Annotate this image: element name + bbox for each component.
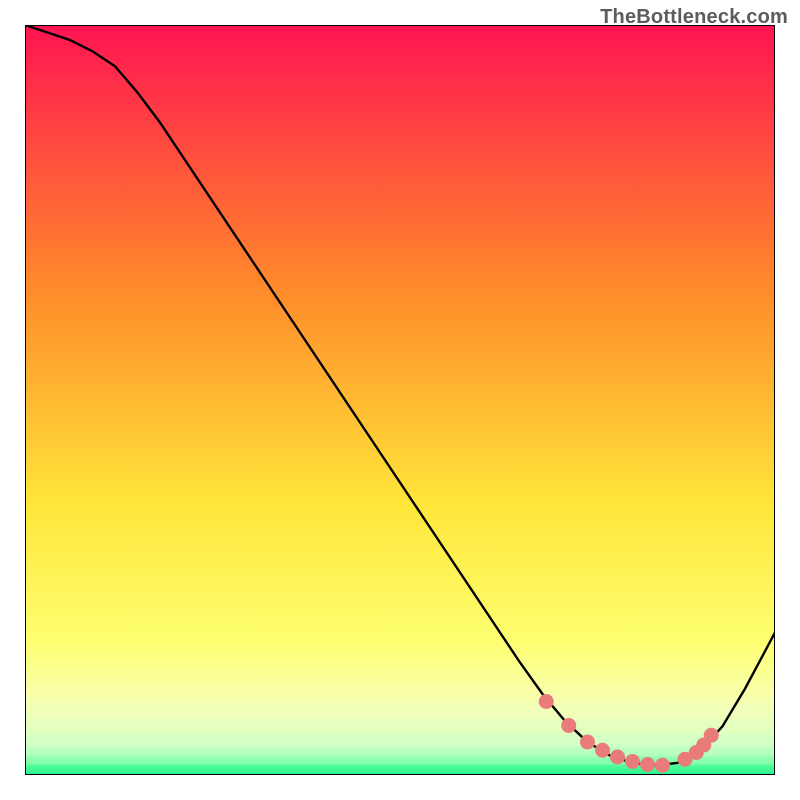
curve-marker	[704, 728, 719, 743]
green-band	[25, 747, 775, 757]
watermark-label: TheBottleneck.com	[600, 6, 788, 29]
curve-marker	[625, 754, 640, 769]
curve-marker	[655, 758, 670, 773]
curve-marker	[539, 694, 554, 709]
curve-marker	[640, 757, 655, 772]
plot-svg	[25, 25, 775, 775]
green-band	[25, 734, 775, 747]
chart-container: TheBottleneck.com	[0, 0, 800, 800]
green-band	[25, 719, 775, 735]
curve-marker	[580, 735, 595, 750]
gradient-background	[25, 25, 775, 775]
plot-area	[25, 25, 775, 775]
curve-marker	[610, 750, 625, 765]
curve-marker	[595, 743, 610, 758]
green-band	[25, 704, 775, 720]
curve-marker	[561, 718, 576, 733]
